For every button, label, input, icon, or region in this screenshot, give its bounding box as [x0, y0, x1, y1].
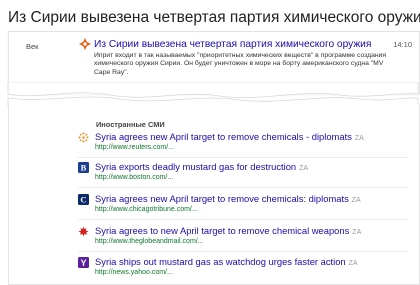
- torn-paper-divider: [7, 82, 419, 106]
- boston-globe-favicon-icon: B: [78, 162, 89, 173]
- list-item: Syria agrees to new April target to remo…: [78, 225, 418, 253]
- list-item: Syria agrees new April target to remove …: [78, 131, 418, 159]
- reuters-favicon-icon: [78, 132, 89, 143]
- story-url: http://www.reuters.com/...: [95, 144, 174, 151]
- top-story-snippet: Иприт входит в так называемых "приоритет…: [94, 52, 387, 76]
- story-url: http://news.yahoo.com/...: [95, 269, 173, 276]
- za-vote-link[interactable]: ZA: [349, 260, 358, 267]
- yahoo-favicon-icon: Y: [78, 257, 89, 268]
- foreign-media-header: Иностранные СМИ: [96, 120, 165, 129]
- list-item: B Syria exports deadly mustard gas for d…: [78, 161, 418, 189]
- story-headline-link[interactable]: Syria agrees to new April target to remo…: [95, 225, 361, 236]
- za-vote-link[interactable]: ZA: [352, 229, 361, 236]
- page-title: Из Сирии вывезена четвертая партия химич…: [8, 9, 420, 26]
- globe-and-mail-favicon-icon: [78, 226, 89, 237]
- story-headline-link[interactable]: Syria agrees new April target to remove …: [95, 193, 361, 204]
- story-headline-link[interactable]: Syria ships out mustard gas as watchdog …: [95, 256, 358, 267]
- lenta-logo-icon: [79, 38, 91, 50]
- svg-text:B: B: [81, 163, 87, 173]
- za-vote-link[interactable]: ZA: [355, 135, 364, 142]
- story-headline-link[interactable]: Syria exports deadly mustard gas for des…: [95, 161, 308, 172]
- top-story-time: 14:10: [393, 40, 412, 49]
- chicago-tribune-favicon-icon: C: [78, 194, 89, 205]
- divider: [78, 219, 408, 220]
- story-headline-link[interactable]: Syria agrees new April target to remove …: [95, 131, 364, 142]
- divider: [78, 251, 408, 252]
- divider: [78, 157, 408, 158]
- za-vote-link[interactable]: ZA: [352, 197, 361, 204]
- story-url: http://www.theglobeandmail.com/...: [95, 238, 204, 245]
- top-story-headline-link[interactable]: Из Сирии вывезена четвертая партия химич…: [94, 39, 371, 50]
- divider: [78, 187, 408, 188]
- list-item: C Syria agrees new April target to remov…: [78, 193, 418, 221]
- story-url: http://www.chicagotribune.com/...: [95, 206, 198, 213]
- svg-text:Y: Y: [80, 258, 86, 268]
- za-vote-link[interactable]: ZA: [299, 165, 308, 172]
- svg-text:C: C: [80, 195, 86, 205]
- top-story-source: Век: [26, 42, 39, 51]
- story-url: http://www.boston.com/...: [95, 174, 174, 181]
